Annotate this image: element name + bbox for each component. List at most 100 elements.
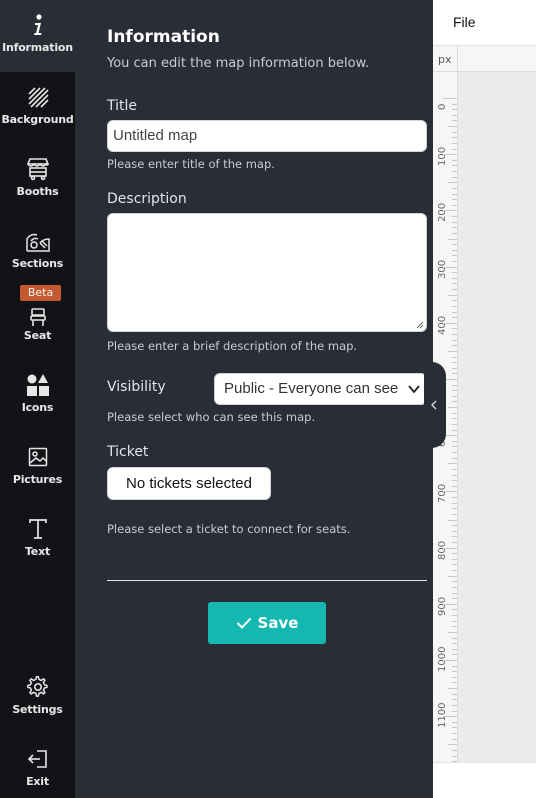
seat-icon [0, 304, 75, 330]
chevron-left-icon [431, 400, 437, 410]
ruler-tick [452, 648, 457, 650]
ruler-tick [448, 238, 457, 240]
ruler-tick [452, 412, 457, 414]
ruler-tick [452, 120, 457, 122]
ruler-tick [448, 519, 457, 521]
sidebar-item-booths[interactable]: Booths [0, 144, 75, 216]
ruler-tick [452, 497, 457, 499]
visibility-select[interactable]: Public - Everyone can see [214, 373, 427, 405]
description-textarea[interactable] [107, 213, 427, 332]
background-icon [0, 84, 75, 110]
ruler-tick [452, 221, 457, 223]
ruler-tick [452, 733, 457, 735]
ruler-tick [452, 187, 457, 189]
title-input[interactable]: Untitled map [107, 120, 427, 152]
ruler-tick [452, 727, 457, 729]
ruler-tick [452, 508, 457, 510]
ruler-horizontal [458, 46, 536, 72]
ruler-tick [452, 423, 457, 425]
ruler-tick [452, 109, 457, 111]
ruler-tick [448, 631, 457, 633]
ruler-tick [452, 480, 457, 482]
ruler-tick [452, 558, 457, 560]
ruler-tick [452, 755, 457, 757]
ruler-tick [443, 266, 457, 268]
save-button[interactable]: Save [208, 602, 326, 644]
sidebar-item-icons[interactable]: Icons [0, 360, 75, 432]
ruler-tick [452, 260, 457, 262]
ruler-unit-corner: px [433, 46, 458, 72]
panel-subtitle: You can edit the map information below. [107, 56, 370, 71]
ruler-tick [443, 322, 457, 324]
ruler-tick [443, 98, 457, 99]
ruler-tick [443, 716, 457, 718]
map-canvas-area: File px 01002003004005006007008009001000… [433, 0, 536, 798]
ruler-tick [452, 114, 457, 116]
sidebar-item-label: Text [24, 545, 51, 558]
sidebar-item-background[interactable]: Background [0, 72, 75, 144]
ruler-tick [443, 154, 457, 156]
ruler-tick [452, 626, 457, 628]
ruler-tick [452, 249, 457, 251]
ruler-tick [452, 204, 457, 206]
sidebar-item-exit[interactable]: Exit [0, 734, 75, 798]
resize-handle-icon[interactable] [416, 321, 424, 329]
ruler-tick [452, 255, 457, 257]
sidebar-item-label: Icons [21, 401, 54, 414]
description-label: Description [107, 191, 187, 207]
sections-icon [0, 228, 75, 254]
ruler-tick [452, 581, 457, 583]
ruler-tick [452, 643, 457, 645]
visibility-hint: Please select who can see this map. [107, 410, 316, 424]
sidebar-item-information[interactable]: Information [0, 0, 75, 72]
information-panel: Information You can edit the map informa… [75, 0, 433, 798]
sidebar-item-settings[interactable]: Settings [0, 662, 75, 734]
ruler-tick [452, 586, 457, 588]
ruler-tick [452, 142, 457, 144]
ruler-tick [452, 485, 457, 487]
ruler-label: 700 [437, 484, 448, 504]
ruler-tick [452, 553, 457, 555]
panel-divider [107, 580, 427, 581]
sidebar-item-pictures[interactable]: Pictures [0, 432, 75, 504]
ruler-tick [452, 710, 457, 712]
sidebar-item-text[interactable]: Text [0, 504, 75, 576]
ruler-tick [452, 429, 457, 431]
sidebar-item-label: Settings [12, 703, 63, 716]
ticket-hint: Please select a ticket to connect for se… [107, 522, 351, 536]
sidebar-item-sections[interactable]: Sections [0, 216, 75, 288]
chevron-down-icon [408, 385, 420, 394]
ruler-tick [452, 418, 457, 420]
ruler-label: 100 [437, 147, 448, 167]
ruler-tick [452, 446, 457, 448]
ruler-tick [452, 738, 457, 740]
ruler-tick [452, 541, 457, 543]
ruler-tick [452, 390, 457, 392]
ruler-tick [452, 699, 457, 701]
sidebar-item-seat[interactable]: Seat [0, 288, 75, 360]
ruler-tick [452, 474, 457, 476]
ruler-tick [452, 356, 457, 358]
ruler-tick [452, 300, 457, 302]
ruler-tick [452, 615, 457, 617]
ruler-tick [452, 334, 457, 336]
ruler-tick [452, 165, 457, 167]
ruler-tick [452, 536, 457, 538]
ruler-tick [452, 457, 457, 459]
map-workspace[interactable] [458, 72, 536, 762]
ticket-label: Ticket [107, 444, 149, 460]
ruler-tick [452, 137, 457, 139]
visibility-value: Public - Everyone can see [224, 380, 399, 397]
menu-file[interactable]: File [453, 14, 476, 30]
ruler-tick [448, 575, 457, 577]
ruler-tick [452, 345, 457, 347]
ruler-tick [448, 407, 457, 409]
collapse-panel-tab[interactable] [424, 362, 446, 448]
sidebar-item-label: Sections [11, 257, 64, 270]
ticket-select-button[interactable]: No tickets selected [107, 467, 271, 500]
ruler-tick [452, 592, 457, 594]
ruler-tick [452, 620, 457, 622]
title-hint: Please enter title of the map. [107, 157, 275, 171]
ruler-tick [452, 367, 457, 369]
app-root: { "sidebar": { "items": [ {"label": "Inf… [0, 0, 536, 798]
